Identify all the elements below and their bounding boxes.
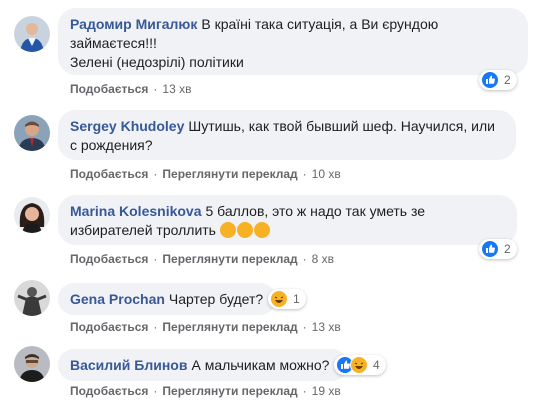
comment-author[interactable]: Marina Kolesnikova (70, 203, 202, 219)
reaction-summary[interactable]: 2 (479, 70, 517, 90)
comment-time[interactable]: 13 хв (162, 82, 191, 96)
like-link[interactable]: Подобається (70, 320, 148, 334)
comment-actions: Подобається · Переглянути переклад · 8 хв (70, 252, 334, 266)
reaction-summary[interactable]: 2 (479, 239, 517, 259)
comment-bubble: Sergey Khudoley Шутишь, как твой бывший ш… (58, 110, 516, 160)
comment-author[interactable]: Sergey Khudoley (70, 118, 184, 134)
comment-text: Шутишь, как твой бывший шеф. Научился, и… (188, 118, 495, 134)
comment-time[interactable]: 13 хв (312, 320, 341, 334)
comment-text: с рождения? (70, 137, 153, 153)
avatar[interactable] (14, 280, 50, 316)
see-translation-link[interactable]: Переглянути переклад (162, 252, 297, 266)
like-link[interactable]: Подобається (70, 252, 148, 266)
separator: · (302, 167, 307, 181)
comment-actions: Подобається · Переглянути переклад · 10 хв (70, 167, 341, 181)
reaction-count: 1 (293, 292, 300, 306)
comment-time[interactable]: 19 хв (312, 384, 341, 398)
separator: · (302, 320, 307, 334)
haha-icon (350, 356, 368, 374)
comment-text: В країні така ситуація, а Ви єрундою (201, 16, 439, 32)
comment-author[interactable]: Василий Блинов (70, 357, 187, 373)
separator: · (153, 167, 158, 181)
reaction-summary[interactable]: 4 (334, 355, 386, 375)
reaction-count: 4 (373, 358, 380, 372)
comment-bubble: Marina Kolesnikova 5 баллов, это ж надо т… (58, 195, 517, 245)
comment-text: Чартер будет? (168, 291, 264, 307)
separator: · (153, 252, 158, 266)
avatar[interactable] (14, 115, 50, 151)
comment-actions: Подобається · Переглянути переклад · 19 хв (70, 384, 341, 398)
separator: · (302, 384, 307, 398)
avatar[interactable] (14, 16, 50, 52)
like-icon (481, 240, 499, 258)
reaction-count: 2 (504, 73, 511, 87)
avatar[interactable] (14, 197, 50, 233)
like-link[interactable]: Подобається (70, 82, 148, 96)
comment-author[interactable]: Радомир Мигалюк (70, 16, 197, 32)
comment-actions: Подобається · 13 хв (70, 82, 191, 96)
reaction-summary[interactable]: 1 (268, 289, 306, 309)
see-translation-link[interactable]: Переглянути переклад (162, 167, 297, 181)
comment-bubble: Gena Prochan Чартер будет? (58, 283, 276, 315)
like-icon (481, 71, 499, 89)
avatar[interactable] (14, 346, 50, 382)
like-link[interactable]: Подобається (70, 384, 148, 398)
reaction-count: 2 (504, 242, 511, 256)
comment-text: Зелені (недозрілі) політики (70, 54, 244, 70)
see-translation-link[interactable]: Переглянути переклад (162, 384, 297, 398)
comment-bubble: Радомир Мигалюк В країні така ситуація, а… (58, 8, 528, 75)
comment-text: избирателей троллить (70, 222, 216, 238)
comment-bubble: Василий Блинов А мальчикам можно? (58, 349, 348, 381)
comment-time[interactable]: 10 хв (312, 167, 341, 181)
separator: · (153, 82, 158, 96)
comment-text: 5 баллов, это ж надо так уметь зе (205, 203, 426, 219)
laughing-emoji-icon (219, 222, 271, 238)
haha-icon (270, 290, 288, 308)
comment-text: займаєтеся!!! (70, 35, 157, 51)
like-link[interactable]: Подобається (70, 167, 148, 181)
comment-actions: Подобається · Переглянути переклад · 13 хв (70, 320, 341, 334)
separator: · (153, 384, 158, 398)
see-translation-link[interactable]: Переглянути переклад (162, 320, 297, 334)
comment-text: А мальчикам можно? (191, 357, 330, 373)
comment-time[interactable]: 8 хв (312, 252, 334, 266)
separator: · (153, 320, 158, 334)
separator: · (302, 252, 307, 266)
comment-author[interactable]: Gena Prochan (70, 291, 165, 307)
